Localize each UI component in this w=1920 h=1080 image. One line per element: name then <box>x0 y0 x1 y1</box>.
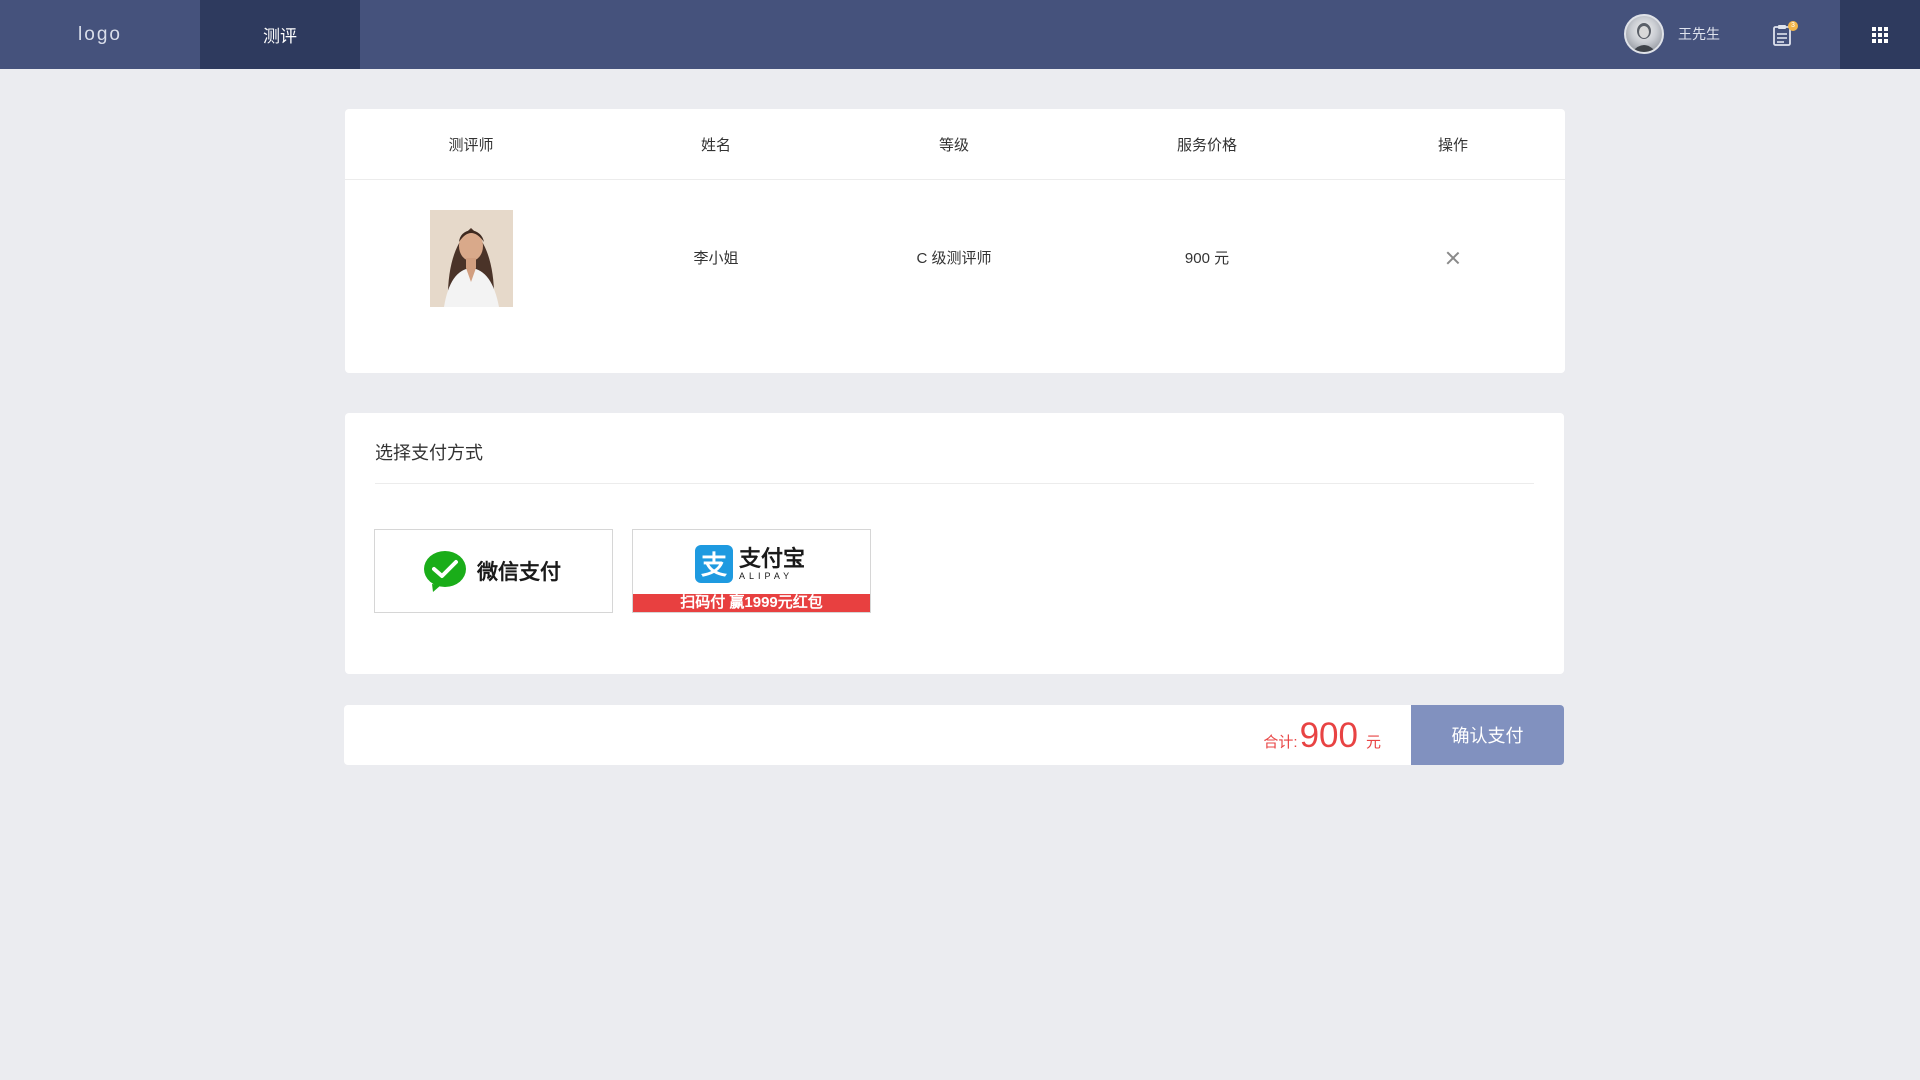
evaluator-photo-image <box>429 210 513 307</box>
evaluator-level: C 级测评师 <box>916 250 992 267</box>
header-level: 等级 <box>938 136 969 154</box>
wechat-pay-label: 微信支付 <box>477 561 561 584</box>
notification-button[interactable]: 3 <box>1772 21 1798 49</box>
notification-badge: 3 <box>1788 21 1798 31</box>
user-menu[interactable]: 王先生 <box>1624 14 1720 54</box>
evaluator-price: 900 元 <box>1184 250 1230 267</box>
total-bar: 合计: 900 元 确认支付 <box>344 705 1564 765</box>
logo[interactable]: logo <box>0 0 200 69</box>
alipay-icon: 支 <box>695 545 733 583</box>
total-label: 合计: <box>1263 734 1298 751</box>
apps-grid-icon <box>1872 26 1888 43</box>
evaluator-table: 测评师 姓名 等级 服务价格 操作 李小姐 C 级测评师 900 元 <box>345 109 1565 373</box>
alipay-option[interactable]: 支 支付宝 ALIPAY 扫码付 赢1999元红包 <box>632 529 871 613</box>
total-unit: 元 <box>1365 734 1381 751</box>
payment-title: 选择支付方式 <box>375 443 483 463</box>
header-price: 服务价格 <box>1176 136 1237 154</box>
header-name: 姓名 <box>700 136 731 154</box>
table-row: 李小姐 C 级测评师 900 元 <box>345 180 1565 335</box>
evaluator-name: 李小姐 <box>693 250 739 267</box>
table-header: 测评师 姓名 等级 服务价格 操作 <box>345 109 1565 180</box>
confirm-pay-button[interactable]: 确认支付 <box>1411 705 1564 765</box>
apps-grid-button[interactable] <box>1840 0 1920 69</box>
divider <box>375 483 1534 484</box>
total-amount: 合计: 900 元 <box>1263 716 1381 756</box>
remove-icon[interactable] <box>1443 248 1463 268</box>
header-evaluator: 测评师 <box>448 136 494 154</box>
header-action: 操作 <box>1437 136 1468 154</box>
wechat-pay-option[interactable]: 微信支付 <box>374 529 613 613</box>
nav-tab-evaluation[interactable]: 测评 <box>200 0 360 69</box>
wechat-pay-icon <box>424 551 466 592</box>
alipay-en-label: ALIPAY <box>739 570 794 581</box>
user-name: 王先生 <box>1678 26 1720 42</box>
payment-method-card: 选择支付方式 微信支付 支 支付宝 ALIPAY 扫码付 赢1999元红包 <box>345 413 1564 674</box>
top-bar: logo 测评 王先生 3 <box>0 0 1920 69</box>
user-avatar <box>1624 14 1664 54</box>
alipay-promo-banner: 扫码付 赢1999元红包 <box>633 594 870 612</box>
alipay-name: 支付宝 <box>739 545 806 571</box>
evaluator-photo <box>429 210 513 307</box>
svg-text:支: 支 <box>701 551 727 581</box>
total-value: 900 <box>1299 716 1358 755</box>
user-avatar-icon <box>1632 23 1656 52</box>
